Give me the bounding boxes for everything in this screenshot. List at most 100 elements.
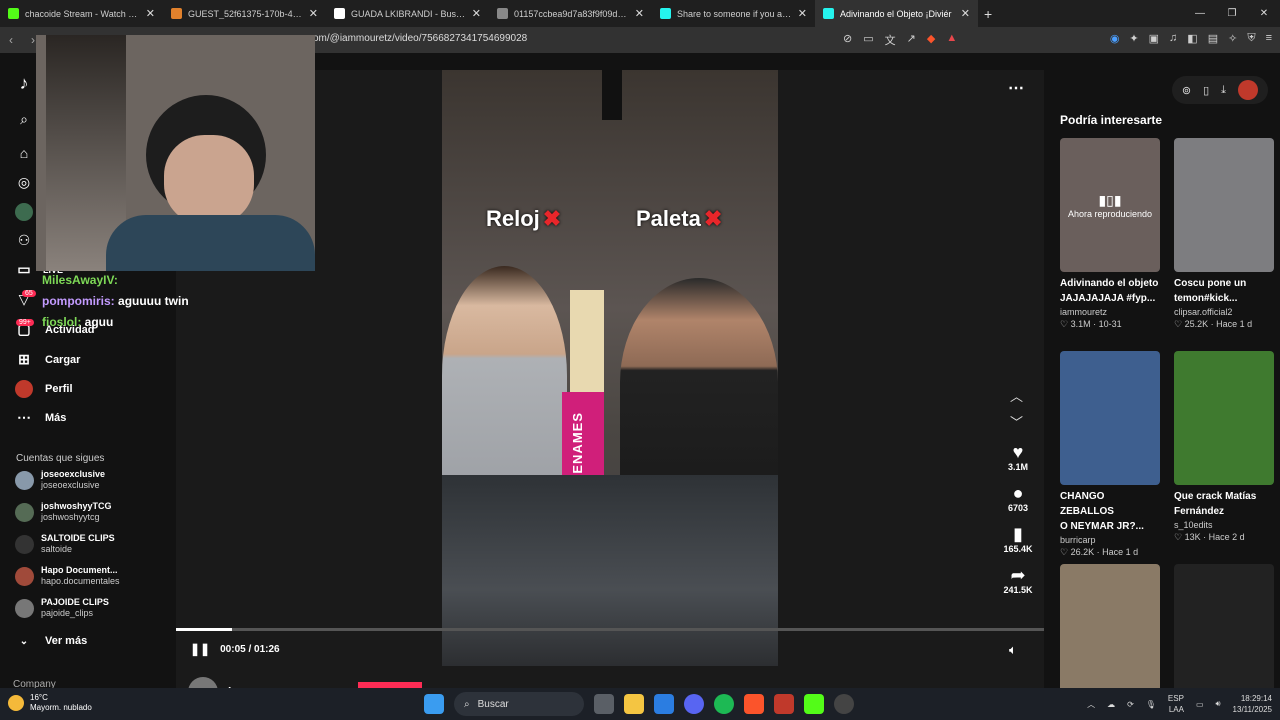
friends-icon[interactable]: ⚇ xyxy=(15,232,33,250)
followed-account[interactable]: PAJOIDE CLIPS pajoide_clips xyxy=(15,597,109,619)
save-button[interactable]: ▮ 165.4K xyxy=(998,524,1038,554)
sidebar-item-upload[interactable]: ⊞ Cargar xyxy=(15,351,80,368)
discord-icon[interactable] xyxy=(684,694,704,714)
browser-tab[interactable]: GUADA LKIBRANDI - Buscar / X ✕ xyxy=(326,0,489,27)
spotify-icon[interactable] xyxy=(714,694,734,714)
start-icon[interactable] xyxy=(424,694,444,714)
tab-close-icon[interactable]: ✕ xyxy=(798,7,807,20)
speaker-icon[interactable]: 🔊︎ xyxy=(1216,699,1221,709)
browser-tab[interactable]: 01157ccbea9d7a83f9f09d8c0c19960 ✕ xyxy=(489,0,652,27)
recommended-video-card[interactable]: Que crack Matías Fernández s_10edits ♡ 13K… xyxy=(1174,351,1274,543)
new-tab-icon[interactable]: + xyxy=(984,6,992,22)
tracking-icon[interactable]: ⊘ xyxy=(843,32,852,48)
onedrive-icon[interactable]: ☁ xyxy=(1107,700,1115,709)
url-text[interactable]: om/@iammouretz/video/7566827341754699028 xyxy=(313,33,527,44)
video-thumbnail[interactable] xyxy=(1060,564,1160,698)
music-icon[interactable]: ♫ xyxy=(1169,32,1177,45)
tab-close-icon[interactable]: ✕ xyxy=(472,7,481,20)
see-more-button[interactable]: ⌄ Ver más xyxy=(15,635,87,647)
brave-rewards-icon[interactable]: ▲ xyxy=(946,32,957,48)
leo-icon[interactable]: ✧ xyxy=(1228,32,1237,45)
brave-icon[interactable] xyxy=(744,694,764,714)
tiktok-logo-icon[interactable]: ♪ xyxy=(15,73,33,93)
share-icon[interactable]: ↗ xyxy=(907,32,916,48)
followed-account[interactable]: Hapo Document... hapo.documentales xyxy=(15,565,120,587)
extensions-icon[interactable]: ✦ xyxy=(1129,32,1138,45)
taskbar-search[interactable]: ⌕ Buscar xyxy=(454,692,584,716)
video-thumbnail[interactable]: ▮▯▮ Ahora reproduciendo xyxy=(1060,138,1160,272)
explore-icon[interactable]: ◎ xyxy=(15,174,33,192)
user-avatar[interactable] xyxy=(1238,80,1258,100)
language-indicator[interactable]: ESP LAA xyxy=(1168,693,1184,715)
video-thumbnail[interactable] xyxy=(1060,351,1160,485)
tab-close-icon[interactable]: ✕ xyxy=(309,7,318,20)
wallet-icon[interactable]: ▤ xyxy=(1208,32,1218,45)
phone-icon[interactable]: ▯ xyxy=(1203,84,1209,97)
comment-button[interactable]: ● 6703 xyxy=(998,483,1038,513)
browser-tab[interactable]: GUEST_52f61375-170b-48f4-94bd-2 ✕ xyxy=(163,0,326,27)
minimize-icon[interactable]: ― xyxy=(1184,0,1216,27)
restore-icon[interactable]: ❐ xyxy=(1216,0,1248,27)
bing-icon[interactable] xyxy=(654,694,674,714)
sidebar-icon[interactable]: ◧ xyxy=(1187,32,1197,45)
back-icon[interactable]: ‹ xyxy=(0,33,22,47)
browser-tab[interactable]: chacoide Stream - Watch Live on ✕ xyxy=(0,0,163,27)
kick-icon[interactable] xyxy=(804,694,824,714)
app-icon[interactable] xyxy=(774,694,794,714)
recommended-video-card[interactable]: CHANGO ZEBALLOS O NEYMAR JR?... burricarp… xyxy=(1060,351,1160,558)
home-icon[interactable]: ⌂ xyxy=(15,145,33,163)
file-explorer-icon[interactable] xyxy=(624,694,644,714)
sidebar-item-more[interactable]: ⋯ Más xyxy=(15,409,66,426)
tab-favicon-icon xyxy=(8,8,19,19)
like-button[interactable]: ♥ 3.1M xyxy=(998,442,1038,472)
cast-icon[interactable]: ▭ xyxy=(863,32,873,48)
profile-icon xyxy=(15,380,33,398)
menu-icon[interactable]: ≡ xyxy=(1266,32,1272,45)
audio-icon[interactable]: ◉ xyxy=(1110,32,1120,45)
tab-close-icon[interactable]: ✕ xyxy=(635,7,644,20)
obs-icon[interactable] xyxy=(834,694,854,714)
recommended-video-card[interactable] xyxy=(1060,564,1160,698)
video-thumbnail[interactable] xyxy=(1174,564,1274,698)
followed-account[interactable]: joshwoshyyTCG joshwoshyytcg xyxy=(15,501,112,523)
recommended-video-card[interactable] xyxy=(1174,564,1274,698)
vpn-icon[interactable]: ⛨ xyxy=(1247,32,1255,45)
video-thumbnail[interactable] xyxy=(1174,138,1274,272)
tab-close-icon[interactable]: ✕ xyxy=(146,7,155,20)
share-button[interactable]: ➦ 241.5K xyxy=(998,565,1038,595)
weather-widget[interactable]: 16°C Mayorm. nublado xyxy=(8,693,92,713)
followed-account[interactable]: SALTOIDE CLIPS saltoide xyxy=(15,533,115,555)
task-view-icon[interactable] xyxy=(594,694,614,714)
search-icon[interactable]: ⌕ xyxy=(15,111,33,129)
company-link[interactable]: Company xyxy=(13,679,56,688)
following-avatar-icon[interactable] xyxy=(15,203,33,221)
screenshot-icon[interactable]: ▣ xyxy=(1149,32,1159,45)
next-video-icon[interactable]: ﹀ xyxy=(1010,412,1023,431)
recommended-video-card[interactable]: ▮▯▮ Ahora reproduciendo Adivinando el obje… xyxy=(1060,138,1160,330)
recommended-video-card[interactable]: Coscu pone un temon#kick... clipsar.offic… xyxy=(1174,138,1274,330)
browser-tab[interactable]: Share to someone if you agree ✕ xyxy=(652,0,815,27)
network-icon[interactable]: ▭ xyxy=(1196,700,1204,709)
now-playing-overlay: ▮▯▮ Ahora reproduciendo xyxy=(1067,191,1153,219)
video-thumbnail[interactable] xyxy=(1174,351,1274,485)
brave-shield-icon[interactable]: ◆ xyxy=(927,32,935,48)
tray-chevron-icon[interactable]: ︿ xyxy=(1087,699,1095,710)
video-player[interactable]: Reloj ✖ Paleta ✖ CODENAMES xyxy=(442,70,778,666)
close-window-icon[interactable]: ✕ xyxy=(1248,0,1280,27)
translate-icon[interactable]: 文 xyxy=(885,32,896,48)
sidebar-item-profile[interactable]: Perfil xyxy=(15,380,73,398)
followed-account[interactable]: joseoexclusive joseoexclusive xyxy=(15,469,105,491)
download-icon[interactable]: ⤓ xyxy=(1221,84,1226,97)
previous-video-icon[interactable]: ︿ xyxy=(1010,386,1023,405)
browser-tab[interactable]: Adivinando el Objeto ¡Diviér ✕ xyxy=(815,0,978,27)
clock[interactable]: 18:29:14 13/11/2025 xyxy=(1233,693,1272,715)
sync-icon[interactable]: ⟳ xyxy=(1127,700,1134,709)
pause-icon[interactable]: ❚❚ xyxy=(190,642,210,656)
person-left xyxy=(442,266,567,486)
tab-close-icon[interactable]: ✕ xyxy=(961,7,970,20)
volume-icon[interactable]: 🔈︎ xyxy=(1009,642,1017,658)
mic-icon[interactable]: 🎙︎ xyxy=(1146,700,1156,709)
more-options-icon[interactable]: ⋯ xyxy=(1008,78,1024,98)
coin-icon[interactable]: ⊚ xyxy=(1182,84,1191,97)
progress-bar[interactable] xyxy=(176,628,1044,631)
